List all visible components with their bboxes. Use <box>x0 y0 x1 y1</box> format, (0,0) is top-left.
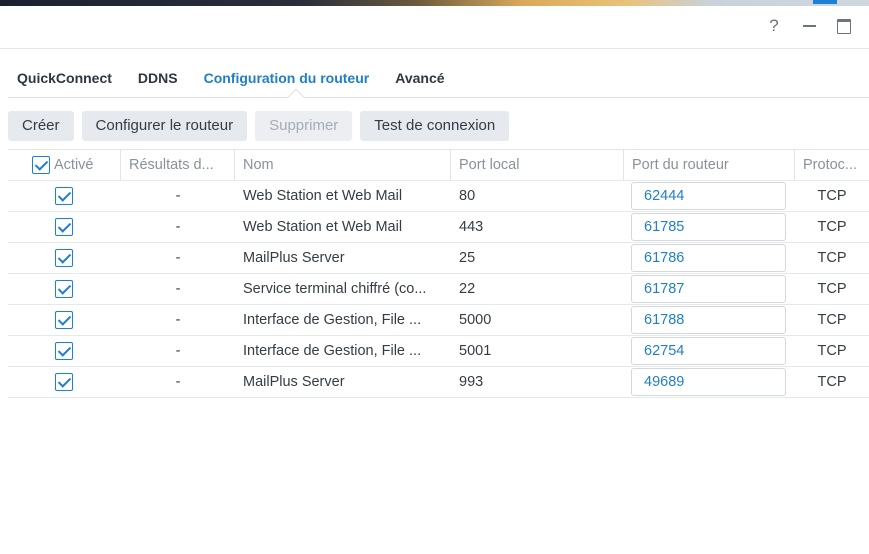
tab-advanced[interactable]: Avancé <box>395 66 444 90</box>
column-header-router-port[interactable]: Port du routeur <box>624 150 795 180</box>
tab-quickconnect[interactable]: QuickConnect <box>17 66 112 90</box>
local-port-cell: 5001 <box>459 343 492 359</box>
name-cell: Web Station et Web Mail <box>243 219 403 235</box>
column-label-result: Résultats d... <box>129 157 214 173</box>
table-row[interactable]: - MailPlus Server 25 61786 TCP <box>8 243 869 274</box>
port-forwarding-table: Activé Résultats d... Nom Port local Por… <box>8 149 869 398</box>
column-label-active: Activé <box>54 157 94 173</box>
test-connection-button[interactable]: Test de connexion <box>360 111 510 141</box>
column-header-protocol[interactable]: Protoc... <box>795 150 869 180</box>
tab-ddns[interactable]: DDNS <box>138 66 178 90</box>
active-tab-pointer <box>287 88 305 106</box>
column-header-local-port[interactable]: Port local <box>451 150 624 180</box>
column-label-router-port: Port du routeur <box>632 157 729 173</box>
table-body: - Web Station et Web Mail 80 62444 TCP -… <box>8 181 869 398</box>
help-icon[interactable]: ? <box>764 16 784 36</box>
tab-router-configuration[interactable]: Configuration du routeur <box>204 66 370 90</box>
local-port-cell: 25 <box>459 250 476 266</box>
table-row[interactable]: - Web Station et Web Mail 443 61785 TCP <box>8 212 869 243</box>
desktop-background-strip <box>0 0 869 6</box>
protocol-cell: TCP <box>817 250 847 266</box>
toolbar: Créer Configurer le routeur Supprimer Te… <box>8 111 517 141</box>
protocol-cell: TCP <box>817 188 847 204</box>
router-port-field[interactable]: 61786 <box>631 244 786 272</box>
result-cell: - <box>175 219 181 235</box>
row-active-checkbox[interactable] <box>55 373 73 391</box>
router-port-field[interactable]: 62444 <box>631 182 786 210</box>
router-port-field[interactable]: 61788 <box>631 306 786 334</box>
row-active-checkbox[interactable] <box>55 342 73 360</box>
row-active-checkbox[interactable] <box>55 218 73 236</box>
create-button[interactable]: Créer <box>8 111 74 141</box>
row-active-checkbox[interactable] <box>55 187 73 205</box>
result-cell: - <box>175 250 181 266</box>
column-header-active[interactable]: Activé <box>8 150 121 180</box>
protocol-cell: TCP <box>817 343 847 359</box>
row-active-checkbox[interactable] <box>55 311 73 329</box>
table-row[interactable]: - Interface de Gestion, File ... 5001 62… <box>8 336 869 367</box>
maximize-icon[interactable] <box>834 16 854 36</box>
column-label-protocol: Protoc... <box>803 157 857 173</box>
local-port-cell: 80 <box>459 188 476 204</box>
local-port-cell: 443 <box>459 219 484 235</box>
router-port-field[interactable]: 49689 <box>631 368 786 396</box>
minimize-icon[interactable] <box>799 16 819 36</box>
tab-bar: QuickConnect DDNS Configuration du route… <box>17 66 471 90</box>
table-row[interactable]: - Interface de Gestion, File ... 5000 61… <box>8 305 869 336</box>
name-cell: Interface de Gestion, File ... <box>243 312 422 328</box>
local-port-cell: 22 <box>459 281 476 297</box>
result-cell: - <box>175 281 181 297</box>
result-cell: - <box>175 374 181 390</box>
row-active-checkbox[interactable] <box>55 280 73 298</box>
name-cell: MailPlus Server <box>243 250 345 266</box>
local-port-cell: 993 <box>459 374 484 390</box>
name-cell: Service terminal chiffré (co... <box>243 281 427 297</box>
row-active-checkbox[interactable] <box>55 249 73 267</box>
table-row[interactable]: - Service terminal chiffré (co... 22 617… <box>8 274 869 305</box>
delete-button[interactable]: Supprimer <box>255 111 353 141</box>
local-port-cell: 5000 <box>459 312 492 328</box>
protocol-cell: TCP <box>817 374 847 390</box>
name-cell: Web Station et Web Mail <box>243 188 403 204</box>
name-cell: Interface de Gestion, File ... <box>243 343 422 359</box>
tab-divider <box>8 97 869 98</box>
router-port-field[interactable]: 61787 <box>631 275 786 303</box>
configure-router-button[interactable]: Configurer le routeur <box>81 111 248 141</box>
router-port-field[interactable]: 62754 <box>631 337 786 365</box>
table-header: Activé Résultats d... Nom Port local Por… <box>8 149 869 181</box>
protocol-cell: TCP <box>817 281 847 297</box>
select-all-checkbox[interactable] <box>32 156 50 174</box>
column-header-name[interactable]: Nom <box>235 150 451 180</box>
taskbar-indicator <box>813 0 837 4</box>
column-label-name: Nom <box>243 157 274 173</box>
result-cell: - <box>175 312 181 328</box>
column-header-result[interactable]: Résultats d... <box>121 150 235 180</box>
title-divider <box>0 48 869 49</box>
protocol-cell: TCP <box>817 312 847 328</box>
protocol-cell: TCP <box>817 219 847 235</box>
column-label-local-port: Port local <box>459 157 520 173</box>
table-row[interactable]: - Web Station et Web Mail 80 62444 TCP <box>8 181 869 212</box>
name-cell: MailPlus Server <box>243 374 345 390</box>
result-cell: - <box>175 343 181 359</box>
router-port-field[interactable]: 61785 <box>631 213 786 241</box>
result-cell: - <box>175 188 181 204</box>
table-row[interactable]: - MailPlus Server 993 49689 TCP <box>8 367 869 398</box>
